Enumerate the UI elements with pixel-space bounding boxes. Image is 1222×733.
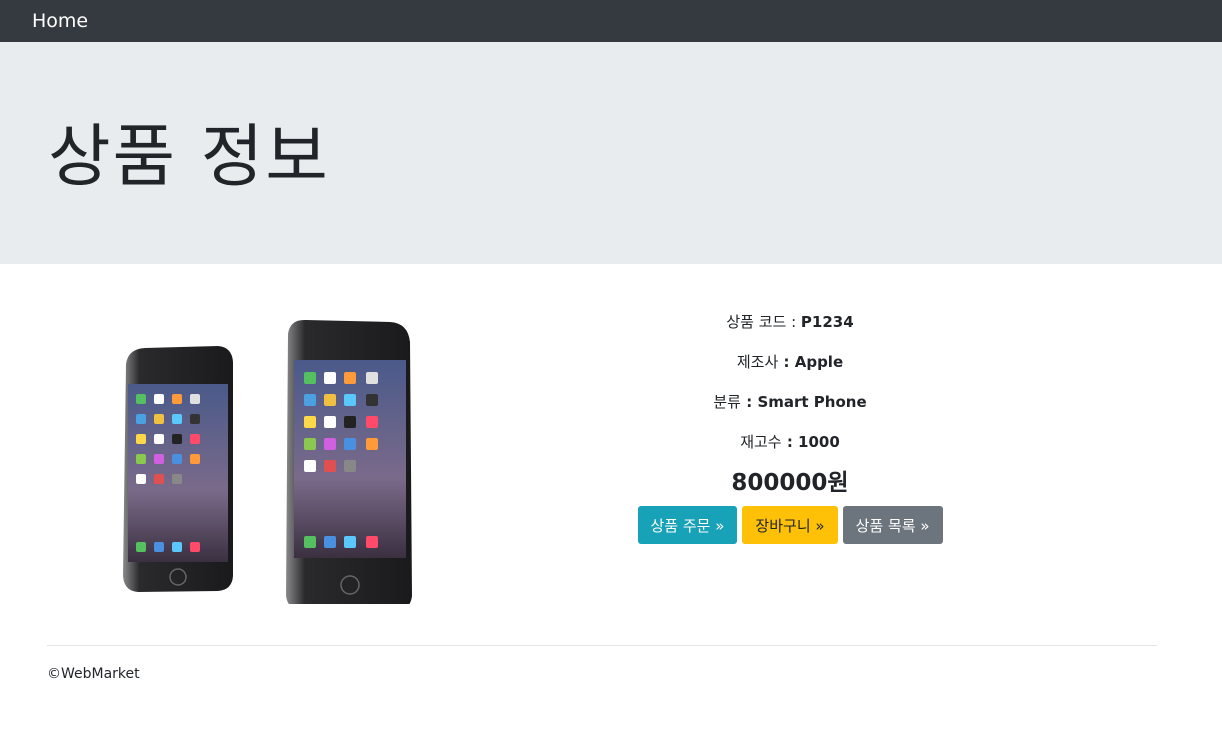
product-manufacturer: 제조사 : Apple <box>736 353 844 371</box>
footer-divider <box>47 645 1157 646</box>
page-title: 상품 정보 <box>48 117 330 197</box>
product-price: 800000원 <box>731 470 849 496</box>
product-list-button[interactable]: 상품 목록 » <box>842 506 943 544</box>
action-buttons: 상품 주문 » 장바구니 » 상품 목록 » <box>560 506 1020 544</box>
order-button[interactable]: 상품 주문 » <box>637 506 738 544</box>
product-stock: 재고수 : 1000 <box>740 433 840 451</box>
product-category: 분류 : Smart Phone <box>713 393 867 411</box>
product-code: 상품 코드 : P1234 <box>726 313 854 331</box>
copyright-text: ©WebMarket <box>47 666 140 682</box>
page-header: 상품 정보 <box>0 42 1222 264</box>
product-info: 상품 코드 : P1234 제조사 : Apple 분류 : Smart Pho… <box>560 312 1020 544</box>
product-image <box>123 319 412 604</box>
footer: ©WebMarket <box>47 666 140 682</box>
top-navbar: Home <box>0 0 1222 42</box>
phone-small <box>123 346 233 592</box>
product-detail: 상품 코드 : P1234 제조사 : Apple 분류 : Smart Pho… <box>0 264 1222 644</box>
phone-large <box>286 319 412 604</box>
home-link[interactable]: Home <box>32 10 88 32</box>
cart-button[interactable]: 장바구니 » <box>742 506 838 544</box>
